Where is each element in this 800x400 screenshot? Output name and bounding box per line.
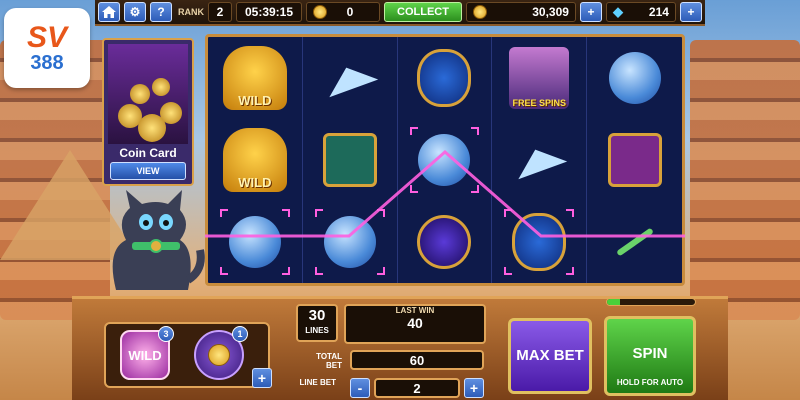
lines-label: LINES	[305, 326, 329, 335]
settings-button[interactable]: ⚙	[124, 2, 146, 22]
reel-cell	[398, 119, 493, 201]
add-boost-button[interactable]: +	[252, 368, 272, 388]
home-button[interactable]	[98, 2, 120, 22]
last-win-label: LAST WIN	[395, 306, 435, 315]
rank-value: 2	[208, 2, 232, 22]
yarn-ball-symbol	[418, 134, 471, 186]
bonus-timer: 05:39:15	[236, 2, 302, 22]
line-bet-minus-button[interactable]: -	[350, 378, 370, 398]
last-win-box: LAST WIN 40	[344, 304, 486, 344]
last-win-value: 40	[407, 315, 423, 331]
buy-coins-button[interactable]: +	[579, 2, 602, 22]
feather-symbol	[610, 227, 660, 257]
diamond-icon: ◆	[612, 4, 623, 19]
reel-cell: WILD	[208, 37, 303, 119]
spin-button[interactable]: SPIN HOLD FOR AUTO	[604, 316, 696, 396]
coin-boost-count: 1	[232, 326, 248, 342]
total-bet-label: TOTAL BET	[316, 352, 342, 370]
hold-for-auto-label: HOLD FOR AUTO	[616, 378, 684, 387]
right-pillar	[690, 40, 800, 320]
mouse-tile-symbol	[322, 133, 377, 187]
coin-balance-box: 30,309	[465, 2, 576, 22]
snake-tile-symbol	[607, 133, 662, 187]
coin-icon	[472, 5, 487, 19]
reel-cell	[587, 201, 682, 283]
coin-icon	[313, 5, 327, 19]
reel-cell	[303, 119, 398, 201]
reel-cell	[492, 119, 588, 201]
line-bet-label: LINE BET	[299, 378, 336, 387]
gem-balance-box: ◆ 214	[605, 2, 676, 22]
free-spins-symbol: FREE SPINS	[509, 47, 570, 109]
bonus-coins-box: 0	[306, 2, 380, 22]
coin-card-label: Coin Card	[119, 146, 177, 160]
view-button[interactable]: VIEW	[110, 162, 186, 180]
line-bet-plus-button[interactable]: +	[464, 378, 484, 398]
coin-card: Coin Card VIEW	[102, 38, 194, 186]
coin-boost-button[interactable]: 1	[194, 326, 248, 380]
reel-cell: FREE SPINS	[492, 37, 588, 119]
lines-value: 30	[308, 307, 326, 324]
collect-button[interactable]: COLLECT	[384, 2, 462, 22]
rank-label: RANK	[178, 7, 204, 17]
paper-plane-symbol	[318, 46, 382, 110]
wild-cat-symbol: WILD	[222, 128, 287, 192]
logo-top-text: SV	[26, 21, 68, 54]
wild-label: WILD	[238, 175, 272, 190]
reel-cell	[398, 201, 493, 283]
reel-cell	[398, 37, 493, 119]
yarn-ball-symbol	[323, 216, 376, 268]
wild-boost-button[interactable]: WILD 3	[120, 326, 174, 380]
wild-cat-symbol: WILD	[222, 46, 287, 110]
reel-cell: WILD	[208, 119, 303, 201]
total-bet-value: 60	[350, 350, 484, 370]
scarab-symbol	[512, 213, 567, 271]
spin-label: SPIN	[632, 345, 668, 362]
paper-plane-symbol	[507, 128, 571, 192]
bonus-coins-value: 0	[346, 5, 354, 19]
logo-bottom-text: 388	[30, 52, 64, 74]
gem-balance: 214	[648, 5, 669, 19]
wild-boost-label: WILD	[128, 347, 162, 363]
reel-cell	[587, 119, 682, 201]
lines-box: 30 LINES	[296, 304, 338, 342]
reel-cell	[303, 201, 398, 283]
brand-logo: SV 388	[4, 8, 90, 88]
top-bar: ⚙ ? RANK 2 05:39:15 0 COLLECT 30,309 + ◆…	[95, 0, 705, 26]
wild-label: WILD	[238, 93, 272, 108]
cat-mascot	[112, 190, 205, 290]
coin-balance: 30,309	[532, 5, 569, 19]
max-bet-button[interactable]: MAX BET	[508, 318, 592, 394]
scarab-symbol	[417, 49, 472, 107]
gyroscope-symbol	[417, 215, 472, 269]
free-spins-label: FREE SPINS	[512, 98, 567, 108]
line-bet-value: 2	[374, 378, 460, 398]
wild-boost-count: 3	[158, 326, 174, 342]
reel-cell	[303, 37, 398, 119]
reel-grid: WILD FREE SPINS WILD	[205, 34, 685, 286]
home-icon	[102, 6, 116, 18]
coin-card-image	[108, 44, 188, 144]
yarn-ball-symbol	[608, 52, 661, 104]
buy-gems-button[interactable]: +	[679, 2, 702, 22]
reel-cell	[587, 37, 682, 119]
help-button[interactable]: ?	[150, 2, 172, 22]
gear-icon: ⚙	[129, 5, 141, 19]
auto-progress-bar	[606, 298, 696, 306]
reel-cell	[208, 201, 303, 283]
coin-stack-icon	[208, 344, 230, 366]
reel-cell	[492, 201, 588, 283]
yarn-ball-symbol	[228, 216, 281, 268]
boosts-panel: WILD 3 1	[104, 322, 270, 388]
progress-fill	[607, 299, 621, 305]
